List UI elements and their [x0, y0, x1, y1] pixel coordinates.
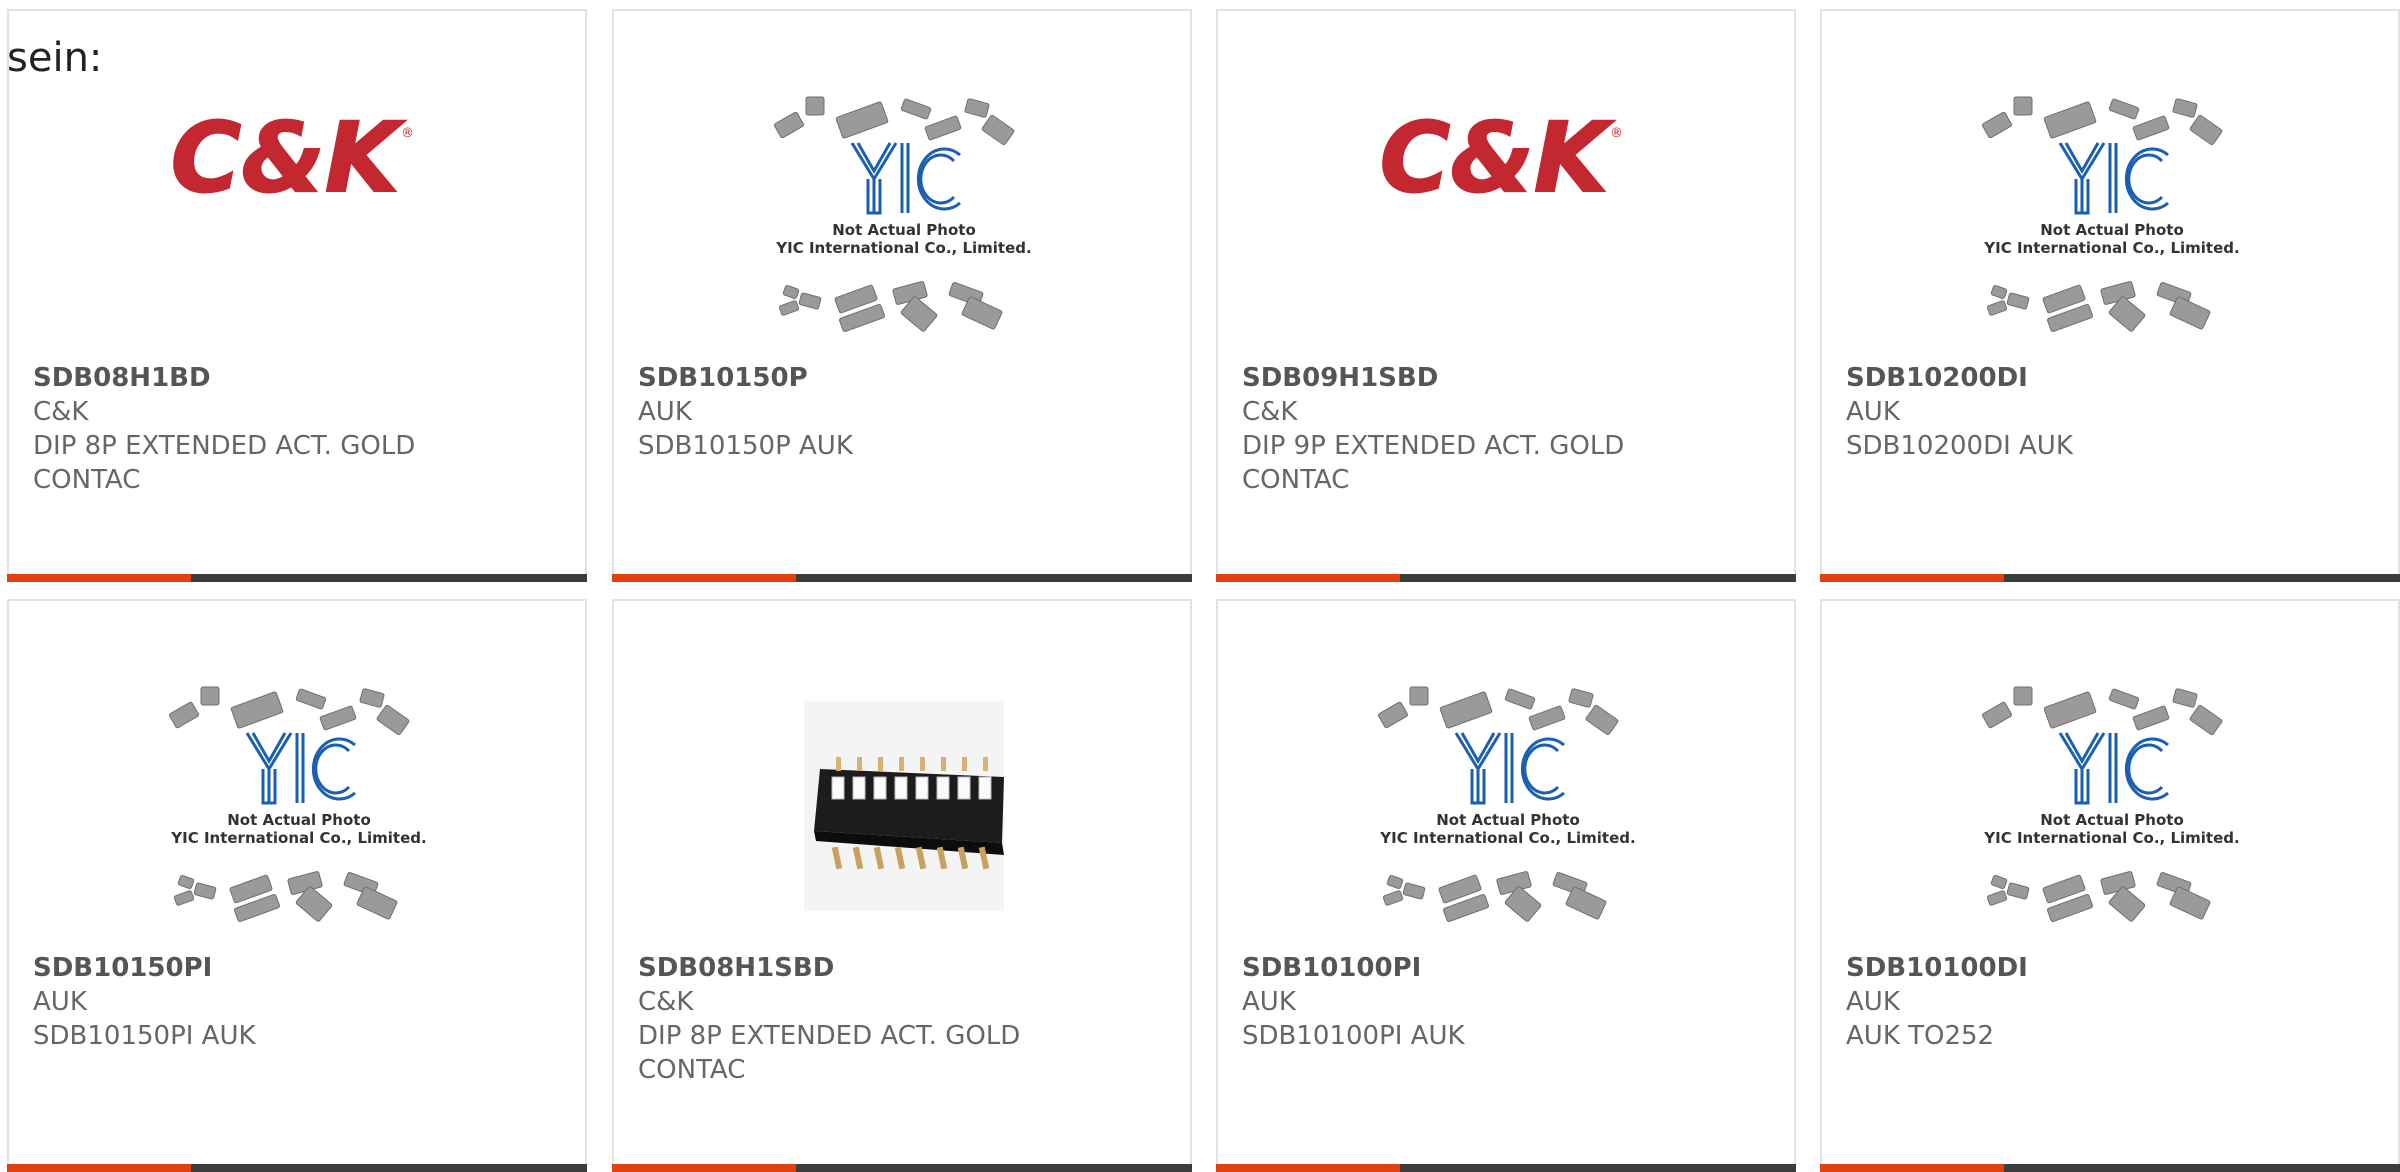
ck-logo[interactable]: C&K ® [1358, 91, 1658, 351]
card-bar-accent [7, 1164, 191, 1172]
part-number[interactable]: SDB10150PI [33, 951, 533, 985]
ck-logo[interactable]: C&K ® [149, 91, 449, 351]
dip-switch-photo[interactable] [754, 681, 1054, 941]
card-bar [7, 574, 587, 582]
manufacturer: AUK [1846, 987, 1900, 1017]
card-bar [7, 1164, 587, 1172]
product-info: SDB10100PI AUK SDB10100PI AUK [1242, 951, 1742, 1053]
chip-cluster-bottom-icon [778, 281, 1003, 333]
chip-cluster-top-icon [168, 686, 410, 736]
card-bar [1820, 574, 2400, 582]
ck-logo-mark: ® [1610, 126, 1623, 141]
placeholder-line1: Not Actual Photo [2040, 811, 2184, 829]
yic-logo-icon [245, 732, 356, 805]
placeholder-line2: YIC International Co., Limited. [775, 239, 1031, 257]
product-info: SDB10150P AUK SDB10150P AUK [638, 361, 1138, 463]
placeholder-line1: Not Actual Photo [2040, 221, 2184, 239]
card-bar [612, 574, 1192, 582]
manufacturer: AUK [638, 397, 692, 427]
part-number[interactable]: SDB09H1SBD [1242, 361, 1742, 395]
card-bar-accent [1820, 574, 2004, 582]
yic-placeholder-image[interactable]: Not Actual Photo YIC International Co., L… [1962, 681, 2262, 941]
card-bar-accent [1216, 1164, 1400, 1172]
yic-logo-icon [1454, 732, 1565, 805]
chip-cluster-top-icon [1981, 96, 2223, 146]
yic-placeholder-image[interactable]: Not Actual Photo YIC International Co., L… [1358, 681, 1658, 941]
yic-logo-icon [2058, 732, 2169, 805]
part-number[interactable]: SDB08H1BD [33, 361, 533, 395]
chip-cluster-bottom-icon [173, 871, 398, 923]
card-bar-accent [1216, 574, 1400, 582]
card-bar-accent [7, 574, 191, 582]
ck-logo-mark: ® [401, 126, 414, 141]
yic-placeholder-image[interactable]: Not Actual Photo YIC International Co., L… [754, 91, 1054, 351]
chip-cluster-bottom-icon [1986, 871, 2211, 923]
part-number[interactable]: SDB10150P [638, 361, 1138, 395]
card-bar [1820, 1164, 2400, 1172]
description: AUK TO252 [1846, 1021, 1995, 1051]
yic-logo-icon [850, 142, 961, 215]
card-bar [1216, 1164, 1796, 1172]
product-card-sdb10100di[interactable]: Not Actual Photo YIC International Co., L… [1820, 599, 2400, 1172]
product-info: SDB09H1SBD C&K DIP 9P EXTENDED ACT. GOLD… [1242, 361, 1742, 497]
manufacturer: C&K [33, 397, 89, 427]
placeholder-line2: YIC International Co., Limited. [1379, 829, 1635, 847]
product-grid: C&K ® SDB08H1BD C&K DIP 8P EXTENDED ACT. … [0, 0, 2400, 1172]
chip-cluster-top-icon [1377, 686, 1619, 736]
description: DIP 9P EXTENDED ACT. GOLD CONTAC [1242, 431, 1625, 495]
card-bar [612, 1164, 1192, 1172]
manufacturer: AUK [33, 987, 87, 1017]
product-info: SDB10200DI AUK SDB10200DI AUK [1846, 361, 2346, 463]
product-info: SDB08H1BD C&K DIP 8P EXTENDED ACT. GOLD … [33, 361, 533, 497]
chip-cluster-top-icon [773, 96, 1015, 146]
placeholder-line1: Not Actual Photo [832, 221, 976, 239]
manufacturer: AUK [1846, 397, 1900, 427]
yic-placeholder-image[interactable]: Not Actual Photo YIC International Co., L… [149, 681, 449, 941]
yic-placeholder-image[interactable]: Not Actual Photo YIC International Co., L… [1962, 91, 2262, 351]
placeholder-line2: YIC International Co., Limited. [170, 829, 426, 847]
part-number[interactable]: SDB08H1SBD [638, 951, 1138, 985]
placeholder-line1: Not Actual Photo [1436, 811, 1580, 829]
product-card-sdb08h1sbd[interactable]: SDB08H1SBD C&K DIP 8P EXTENDED ACT. GOLD… [612, 599, 1192, 1172]
product-info: SDB10150PI AUK SDB10150PI AUK [33, 951, 533, 1053]
part-number[interactable]: SDB10100PI [1242, 951, 1742, 985]
product-card-sdb10150pi[interactable]: Not Actual Photo YIC International Co., L… [7, 599, 587, 1172]
card-bar-accent [612, 1164, 796, 1172]
ck-logo-text: C&K [171, 102, 406, 214]
product-info: SDB10100DI AUK AUK TO252 [1846, 951, 2346, 1053]
description: DIP 8P EXTENDED ACT. GOLD CONTAC [33, 431, 416, 495]
placeholder-line2: YIC International Co., Limited. [1983, 239, 2239, 257]
product-card-sdb10100pi[interactable]: Not Actual Photo YIC International Co., L… [1216, 599, 1796, 1172]
description: DIP 8P EXTENDED ACT. GOLD CONTAC [638, 1021, 1021, 1085]
product-card-sdb10200di[interactable]: Not Actual Photo YIC International Co., L… [1820, 9, 2400, 582]
product-card-sdb10150p[interactable]: Not Actual Photo YIC International Co., L… [612, 9, 1192, 582]
product-card-sdb08h1bd[interactable]: C&K ® SDB08H1BD C&K DIP 8P EXTENDED ACT. … [7, 9, 587, 582]
chip-cluster-bottom-icon [1382, 871, 1607, 923]
manufacturer: C&K [638, 987, 694, 1017]
part-number[interactable]: SDB10100DI [1846, 951, 2346, 985]
product-card-sdb09h1sbd[interactable]: C&K ® SDB09H1SBD C&K DIP 9P EXTENDED ACT.… [1216, 9, 1796, 582]
product-info: SDB08H1SBD C&K DIP 8P EXTENDED ACT. GOLD… [638, 951, 1138, 1087]
part-number[interactable]: SDB10200DI [1846, 361, 2346, 395]
ck-logo-text: C&K [1380, 102, 1615, 214]
yic-logo-icon [2058, 142, 2169, 215]
placeholder-line1: Not Actual Photo [227, 811, 371, 829]
intro-text: sein: [7, 35, 103, 81]
card-bar [1216, 574, 1796, 582]
manufacturer: AUK [1242, 987, 1296, 1017]
description: SDB10200DI AUK [1846, 431, 2073, 461]
card-bar-accent [1820, 1164, 2004, 1172]
placeholder-line2: YIC International Co., Limited. [1983, 829, 2239, 847]
manufacturer: C&K [1242, 397, 1298, 427]
chip-cluster-bottom-icon [1986, 281, 2211, 333]
description: SDB10150PI AUK [33, 1021, 256, 1051]
description: SDB10100PI AUK [1242, 1021, 1465, 1051]
chip-cluster-top-icon [1981, 686, 2223, 736]
description: SDB10150P AUK [638, 431, 853, 461]
card-bar-accent [612, 574, 796, 582]
